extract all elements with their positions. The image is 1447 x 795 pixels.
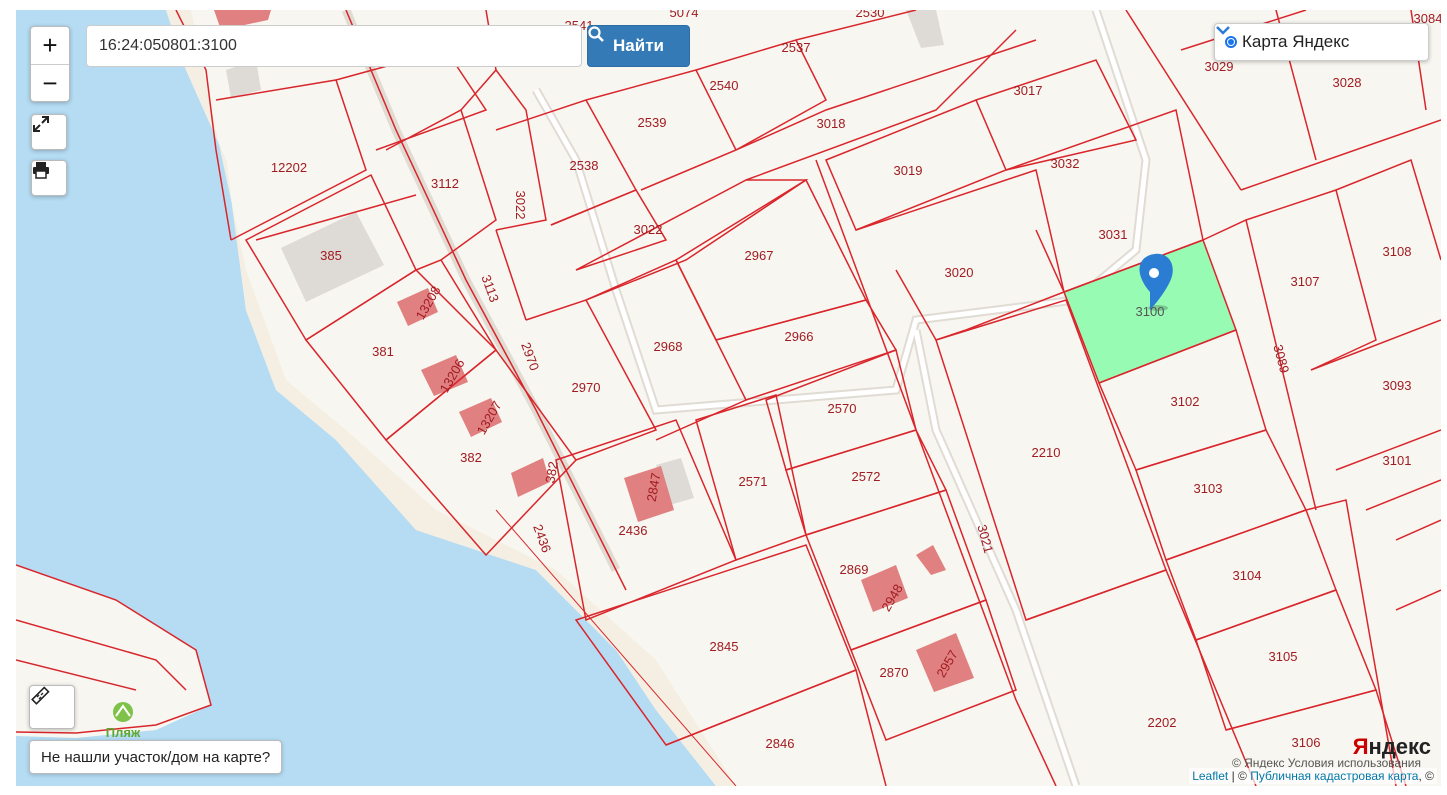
parcel-label: 2968	[654, 339, 683, 354]
find-button-label: Найти	[613, 36, 664, 55]
parcel-label: 3022	[634, 222, 663, 237]
cadastre-link[interactable]: Публичная кадастровая карта	[1250, 769, 1418, 783]
parcel-label: 385	[320, 248, 342, 263]
parcel-label: 3021	[974, 523, 996, 555]
parcel-label: 3112	[431, 176, 459, 191]
parcel-label: 3093	[1383, 378, 1412, 393]
parcel-label: 2970	[572, 380, 601, 395]
expand-icon	[33, 116, 49, 132]
parcel-label: 381	[372, 344, 394, 359]
parcel-label: 2572	[852, 469, 881, 484]
parcel-label: 3031	[1099, 227, 1128, 242]
parcel-label: 3020	[945, 265, 974, 280]
print-icon	[33, 162, 49, 179]
measure-button[interactable]	[29, 685, 75, 729]
parcel-label: 3029	[1205, 59, 1234, 74]
parcel-label: 3104	[1233, 568, 1262, 583]
layer-selected-label: Карта Яндекс	[1242, 32, 1350, 51]
parcel-label: 2870	[880, 665, 909, 680]
parcel-label: 2538	[570, 158, 599, 173]
parcel-label: 2436	[530, 522, 554, 554]
parcel-label: 3103	[1194, 481, 1223, 496]
beach-label: Пляж	[106, 725, 141, 740]
parcel-label: 3017	[1014, 83, 1043, 98]
parcel-label: 2967	[745, 248, 774, 263]
parcel-label: 2570	[828, 401, 857, 416]
parcel-label: 3028	[1333, 75, 1362, 90]
parcel-label: 3032	[1051, 156, 1080, 171]
parcel-label: 3108	[1383, 244, 1412, 259]
zoom-in-button[interactable]: +	[31, 27, 69, 65]
parcel-label: 3107	[1291, 274, 1320, 289]
parcel-label: 3105	[1269, 649, 1298, 664]
fullscreen-button[interactable]	[31, 114, 67, 150]
radio-selected-icon	[1225, 36, 1237, 48]
parcel-label: 2210	[1032, 445, 1061, 460]
search-input[interactable]	[97, 36, 571, 56]
map-tiles: Пляж 12202311230223853113132083811320613…	[16, 10, 1441, 786]
zoom-out-button[interactable]: −	[31, 65, 69, 102]
parcel-label: 2539	[638, 115, 667, 130]
map-canvas[interactable]: Пляж 12202 3112 3022 385 3113 13208 381 13206 13…	[16, 10, 1441, 786]
parcel-label: 3018	[817, 116, 846, 131]
parcel-label: 3022	[513, 191, 528, 220]
parcel-label: 2966	[785, 329, 814, 344]
search-field[interactable]	[86, 25, 582, 67]
parcel-label: 2530	[856, 10, 885, 20]
find-button[interactable]: Найти	[587, 25, 690, 67]
parcel-label: 382	[542, 460, 561, 484]
parcel-label: 2202	[1148, 715, 1177, 730]
parcel-label: 3106	[1292, 735, 1321, 750]
parcel-label: 3102	[1171, 394, 1200, 409]
parcel-label: 2869	[840, 562, 869, 577]
zoom-control: + −	[30, 26, 70, 102]
parcel-label: 3113	[478, 273, 502, 304]
parcel-label: 12202	[271, 160, 307, 175]
parcel-label: 2436	[619, 523, 648, 538]
ruler-icon	[31, 686, 50, 705]
parcel-label: 2970	[518, 340, 542, 372]
chevron-down-icon	[1216, 26, 1230, 35]
print-button[interactable]	[31, 160, 67, 196]
leaflet-link[interactable]: Leaflet	[1192, 769, 1228, 783]
parcel-label: 3019	[894, 163, 923, 178]
search-icon	[588, 26, 604, 42]
parcel-label: 2845	[710, 639, 739, 654]
parcel-label: 5074	[670, 10, 699, 20]
parcel-label: 2540	[710, 78, 739, 93]
parcel-label: 2571	[739, 474, 768, 489]
not-found-button[interactable]: Не нашли участок/дом на карте?	[29, 740, 283, 774]
attribution: Leaflet | © Публичная кадастровая карта,…	[1189, 768, 1437, 784]
parcel-label: 3101	[1383, 453, 1412, 468]
parcel-label: 3089	[1270, 343, 1292, 375]
parcel-label: 382	[460, 450, 482, 465]
parcel-label: 2846	[766, 736, 795, 751]
beach-icon	[113, 702, 133, 722]
layer-switcher[interactable]: Карта Яндекс	[1214, 23, 1429, 61]
parcel-label: 3100	[1136, 304, 1165, 319]
parcel-label: 2537	[782, 40, 811, 55]
